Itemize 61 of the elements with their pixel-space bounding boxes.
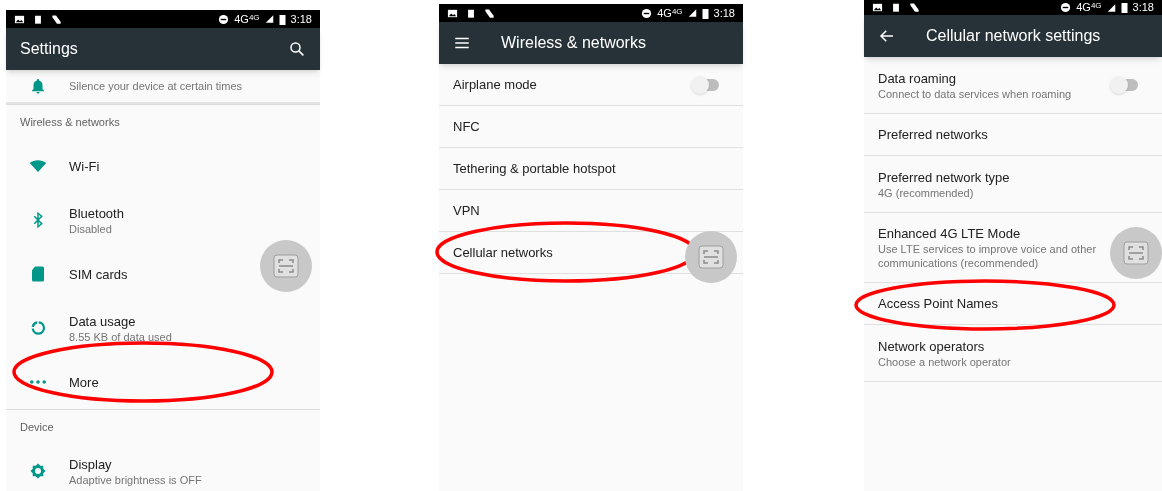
row-subtitle: Adaptive brightness is OFF <box>69 472 202 487</box>
screenshot-button[interactable] <box>685 231 737 283</box>
image-icon <box>14 13 25 25</box>
row-title[interactable]: Preferred networks <box>878 126 988 143</box>
section-header: Device <box>20 419 54 435</box>
toggle-switch[interactable] <box>693 78 719 91</box>
row-title[interactable]: Wi-Fi <box>69 157 100 175</box>
row-title[interactable]: Preferred network type <box>878 168 1010 186</box>
section-header: Wireless & networks <box>20 114 120 130</box>
battery-icon <box>1120 2 1128 13</box>
toggle-switch[interactable] <box>1112 79 1138 91</box>
battery-icon <box>701 7 709 19</box>
back-arrow-icon <box>878 27 896 45</box>
row-title[interactable]: Display <box>69 455 112 473</box>
row-title[interactable]: Bluetooth <box>69 204 124 222</box>
clock-time: 3:18 <box>713 7 735 19</box>
search-icon <box>288 40 306 58</box>
app-bar-title: Wireless & networks <box>501 33 647 53</box>
clock-time: 3:18 <box>290 13 312 25</box>
more-dots-icon <box>29 380 46 384</box>
network-type: 4G <box>657 7 672 19</box>
row-title[interactable]: Cellular networks <box>453 244 553 261</box>
row-subtitle: Silence your device at certain times <box>69 78 243 94</box>
row-subtitle: 4G (recommended) <box>878 185 975 200</box>
row-title[interactable]: Tethering & portable hotspot <box>453 160 616 177</box>
brightness-icon <box>28 462 47 480</box>
network-badge-label: 4G <box>671 7 683 16</box>
signal-icon <box>687 8 697 18</box>
app-bar-title: Settings <box>20 39 79 59</box>
screenshot-button[interactable] <box>1110 227 1162 279</box>
screenshot-frame-icon <box>273 254 299 278</box>
image-icon <box>447 7 458 19</box>
network-type: 4G <box>1076 2 1091 13</box>
clock-time: 3:18 <box>1132 2 1154 13</box>
row-subtitle: Choose a network operator <box>878 354 1012 369</box>
row-title[interactable]: Access Point Names <box>878 295 998 312</box>
screenshot-frame-icon <box>698 245 724 269</box>
screenshot-button[interactable] <box>260 240 312 292</box>
row-subtitle: Disabled <box>69 221 112 236</box>
app-bar-title: Cellular network settings <box>926 26 1102 46</box>
do-not-disturb-icon <box>641 7 653 19</box>
signal-icon <box>264 14 274 24</box>
row-title[interactable]: NFC <box>453 118 480 135</box>
signal-icon <box>1106 2 1116 13</box>
row-title[interactable]: SIM cards <box>69 265 128 283</box>
row-subtitle: Use LTE services to improve voice and other communications (recommended) <box>878 242 1098 270</box>
row-title[interactable]: Enhanced 4G LTE Mode <box>878 225 1021 242</box>
screenshot-frame-icon <box>1123 241 1149 265</box>
row-title[interactable]: Network operators <box>878 337 985 355</box>
row-subtitle: Connect to data services when roaming <box>878 86 1073 101</box>
row-title[interactable]: More <box>69 373 99 391</box>
do-not-disturb-icon <box>218 13 230 25</box>
battery-icon <box>278 13 286 25</box>
row-title[interactable]: Data usage <box>69 312 136 330</box>
row-subtitle: 8.55 KB of data used <box>69 329 172 344</box>
network-badge-label: 4G <box>248 13 260 22</box>
row-title[interactable]: VPN <box>453 202 480 219</box>
network-type: 4G <box>234 13 249 25</box>
row-title[interactable]: Data roaming <box>878 69 957 87</box>
row-title[interactable]: Airplane mode <box>453 76 537 93</box>
network-badge-label: 4G <box>1090 2 1102 10</box>
